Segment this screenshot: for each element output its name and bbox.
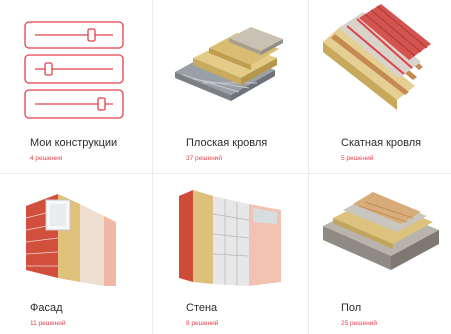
- card-count: 5 решений: [341, 155, 374, 162]
- floor-icon: [323, 192, 439, 270]
- card-floor[interactable]: Пол 25 решений: [309, 174, 451, 334]
- wall-icon: [179, 190, 281, 286]
- card-title: Фасад: [30, 302, 63, 314]
- construction-grid: Мои конструкции 4 решения Плоская кровля…: [0, 0, 451, 334]
- card-count: 4 решения: [30, 155, 63, 162]
- card-title: Скатная кровля: [341, 137, 422, 149]
- facade-icon: [25, 194, 116, 286]
- pitched-roof-icon: [323, 4, 431, 110]
- card-flat-roof[interactable]: Плоская кровля 37 решений: [153, 0, 309, 174]
- sliders-icon: [24, 21, 124, 119]
- card-my-constructions[interactable]: Мои конструкции 4 решения: [0, 0, 153, 174]
- card-wall[interactable]: Стена 8 решений: [153, 174, 309, 334]
- card-count: 25 решений: [341, 320, 377, 327]
- card-title: Мои конструкции: [30, 137, 118, 149]
- card-count: 37 решений: [186, 155, 222, 162]
- card-title: Стена: [186, 302, 218, 314]
- card-count: 8 решений: [186, 320, 219, 327]
- card-title: Пол: [341, 302, 362, 314]
- card-facade[interactable]: Фасад 11 решений: [0, 174, 153, 334]
- card-count: 11 решений: [30, 320, 66, 327]
- card-pitched-roof[interactable]: Скатная кровля 5 решений: [309, 0, 451, 174]
- card-title: Плоская кровля: [186, 137, 268, 149]
- flat-roof-icon: [175, 27, 283, 101]
